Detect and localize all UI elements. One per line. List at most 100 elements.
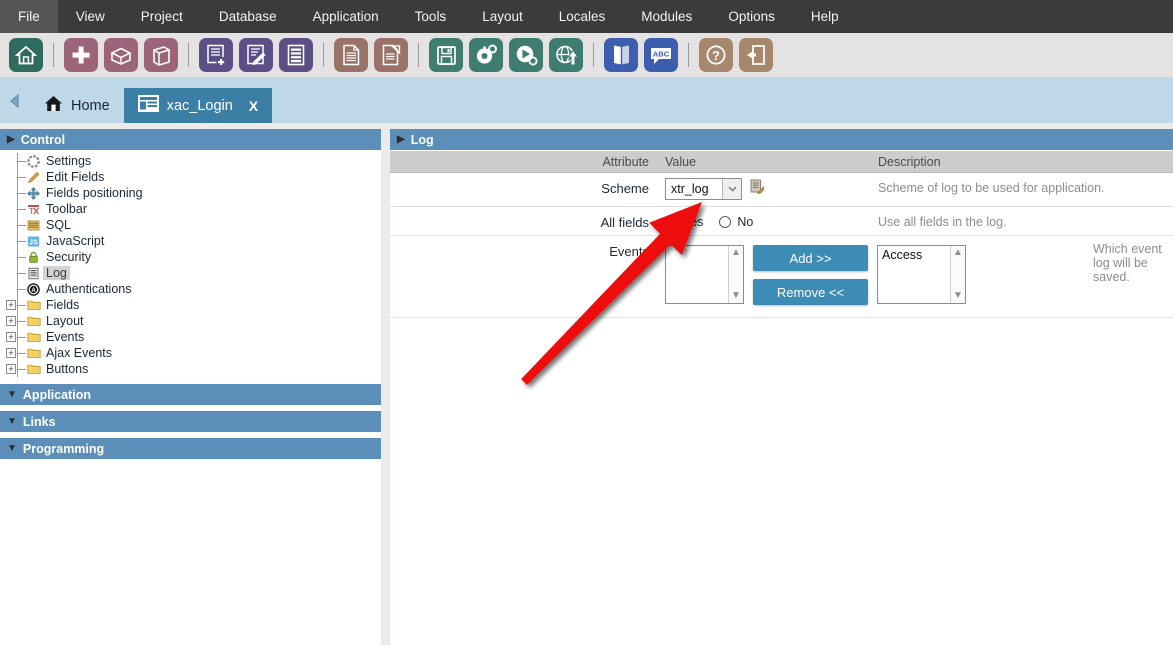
toolbar-save-icon[interactable] bbox=[429, 38, 463, 72]
close-icon[interactable]: X bbox=[249, 98, 258, 114]
tree-item-javascript[interactable]: JS JavaScript bbox=[0, 233, 381, 249]
expand-plus-icon[interactable]: + bbox=[6, 364, 16, 374]
tree-item-buttons[interactable]: + Buttons bbox=[0, 361, 381, 377]
tree-item-log[interactable]: Log bbox=[0, 265, 381, 281]
tree-item-ajax-events[interactable]: + Ajax Events bbox=[0, 345, 381, 361]
triangle-down-icon: ▼ bbox=[7, 388, 17, 400]
tree-item-label: Layout bbox=[46, 314, 84, 328]
svg-text:?: ? bbox=[712, 48, 720, 63]
menu-item-options[interactable]: Options bbox=[710, 0, 793, 33]
folder-icon bbox=[26, 314, 41, 329]
tab-bar: Home xac_Login X bbox=[0, 78, 1173, 123]
toolbar-list-form-icon[interactable] bbox=[279, 38, 313, 72]
sidebar-section-links[interactable]: ▼ Links bbox=[0, 411, 381, 433]
tree-item-toolbar[interactable]: T Toolbar bbox=[0, 201, 381, 217]
radio-all-fields-yes-label[interactable]: Yes bbox=[683, 215, 703, 229]
sidebar-section-programming[interactable]: ▼ Programming bbox=[0, 438, 381, 460]
toolbar: ABC? bbox=[0, 33, 1173, 78]
tree-connector: + bbox=[0, 345, 26, 361]
tab-home[interactable]: Home bbox=[30, 88, 124, 123]
tree-connector bbox=[0, 169, 26, 185]
menu-item-application[interactable]: Application bbox=[295, 0, 397, 33]
application-window: File View Project Database Application Tools L… bbox=[0, 0, 1173, 645]
toolbar-help-question-icon[interactable]: ? bbox=[699, 38, 733, 72]
scheme-select[interactable]: xtr_log bbox=[665, 178, 742, 200]
log-panel-header[interactable]: ▶ Log bbox=[390, 129, 1173, 151]
toolbar-exit-door-icon[interactable] bbox=[739, 38, 773, 72]
move-cross-icon bbox=[26, 186, 41, 201]
toolbar-plus-icon[interactable] bbox=[64, 38, 98, 72]
radio-all-fields-yes[interactable] bbox=[665, 216, 677, 228]
radio-all-fields-no-label[interactable]: No bbox=[737, 215, 753, 229]
listbox-scrollbar[interactable]: ▲ ▼ bbox=[728, 246, 743, 303]
tree-item-fields-positioning[interactable]: Fields positioning bbox=[0, 185, 381, 201]
tree-item-fields[interactable]: + Fields bbox=[0, 297, 381, 313]
tree-item-label: Toolbar bbox=[46, 202, 87, 216]
toolbar-abc-spell-icon[interactable]: ABC bbox=[644, 38, 678, 72]
menu-item-locales[interactable]: Locales bbox=[541, 0, 624, 33]
toolbar-run-icon[interactable] bbox=[509, 38, 543, 72]
menu-item-modules[interactable]: Modules bbox=[623, 0, 710, 33]
tree-item-edit-fields[interactable]: Edit Fields bbox=[0, 169, 381, 185]
menu-item-project[interactable]: Project bbox=[123, 0, 201, 33]
radio-all-fields-no[interactable] bbox=[719, 216, 732, 228]
tree-connector: + bbox=[0, 313, 26, 329]
events-selected-listbox[interactable]: Access ▲ ▼ bbox=[877, 245, 966, 304]
menu-item-help[interactable]: Help bbox=[793, 0, 857, 33]
sidebar: ▶ Control Settings Edit Fields Fields posi… bbox=[0, 129, 381, 645]
chevron-down-icon[interactable]: ▼ bbox=[731, 291, 741, 301]
tree-item-security[interactable]: Security bbox=[0, 249, 381, 265]
tree-item-layout[interactable]: + Layout bbox=[0, 313, 381, 329]
events-available-listbox[interactable]: ▲ ▼ bbox=[665, 245, 744, 304]
table-row-all-fields: All fields Yes No Use all fields in the … bbox=[390, 207, 1173, 236]
remove-button[interactable]: Remove << bbox=[753, 279, 868, 305]
expand-plus-icon[interactable]: + bbox=[6, 332, 16, 342]
edit-document-icon[interactable] bbox=[750, 179, 765, 199]
lock-icon bbox=[26, 250, 41, 265]
attributes-table: Attribute Value Description Scheme xtr_l… bbox=[390, 151, 1173, 318]
sidebar-section-control[interactable]: ▶ Control bbox=[0, 129, 381, 151]
pane-splitter[interactable] bbox=[381, 123, 390, 645]
menu-item-tools[interactable]: Tools bbox=[397, 0, 465, 33]
sidebar-section-control-label: Control bbox=[20, 132, 66, 147]
tree-item-settings[interactable]: Settings bbox=[0, 153, 381, 169]
add-button[interactable]: Add >> bbox=[753, 245, 868, 271]
tree-item-sql[interactable]: SQL bbox=[0, 217, 381, 233]
toolbar-manual-book-icon[interactable] bbox=[604, 38, 638, 72]
svg-text:JS: JS bbox=[29, 237, 38, 246]
chevron-down-icon[interactable] bbox=[722, 179, 741, 199]
chevron-up-icon[interactable]: ▲ bbox=[953, 248, 963, 258]
tree-item-authentications[interactable]: A Authentications bbox=[0, 281, 381, 297]
menu-item-layout[interactable]: Layout bbox=[464, 0, 541, 33]
toolbar-open-box-icon[interactable] bbox=[104, 38, 138, 72]
tree-connector: + bbox=[0, 297, 26, 313]
tab-xac-login[interactable]: xac_Login X bbox=[123, 88, 273, 123]
sidebar-section-application[interactable]: ▼ Application bbox=[0, 384, 381, 406]
listbox-scrollbar[interactable]: ▲ ▼ bbox=[950, 246, 965, 303]
toolbar-edit-form-icon[interactable] bbox=[239, 38, 273, 72]
column-header-description: Description bbox=[878, 154, 941, 169]
toolbar-new-form-icon[interactable] bbox=[199, 38, 233, 72]
chevron-down-icon[interactable]: ▼ bbox=[953, 291, 963, 301]
menu-item-view[interactable]: View bbox=[58, 0, 123, 33]
menu-item-database[interactable]: Database bbox=[201, 0, 295, 33]
home-icon bbox=[44, 95, 63, 116]
expand-plus-icon[interactable]: + bbox=[6, 300, 16, 310]
expand-plus-icon[interactable]: + bbox=[6, 316, 16, 326]
value-all-fields: Yes No bbox=[659, 207, 874, 235]
toolbar-box-icon[interactable] bbox=[144, 38, 178, 72]
chevron-up-icon[interactable]: ▲ bbox=[731, 248, 741, 258]
toolbar-document-copy-icon[interactable] bbox=[374, 38, 408, 72]
back-arrow-icon[interactable] bbox=[0, 78, 30, 123]
toolbar-home-icon[interactable] bbox=[9, 38, 43, 72]
toolbar-publish-globe-icon[interactable] bbox=[549, 38, 583, 72]
toolbar-settings-gear-icon[interactable] bbox=[469, 38, 503, 72]
menu-item-file[interactable]: File bbox=[0, 0, 58, 33]
triangle-down-icon: ▼ bbox=[7, 415, 17, 427]
description-all-fields: Use all fields in the log. bbox=[878, 215, 1007, 229]
expand-plus-icon[interactable]: + bbox=[6, 348, 16, 358]
toolbar-document-icon[interactable] bbox=[334, 38, 368, 72]
tree-item-events[interactable]: + Events bbox=[0, 329, 381, 345]
toolbar-separator bbox=[688, 43, 689, 67]
svg-text:T: T bbox=[29, 207, 34, 216]
